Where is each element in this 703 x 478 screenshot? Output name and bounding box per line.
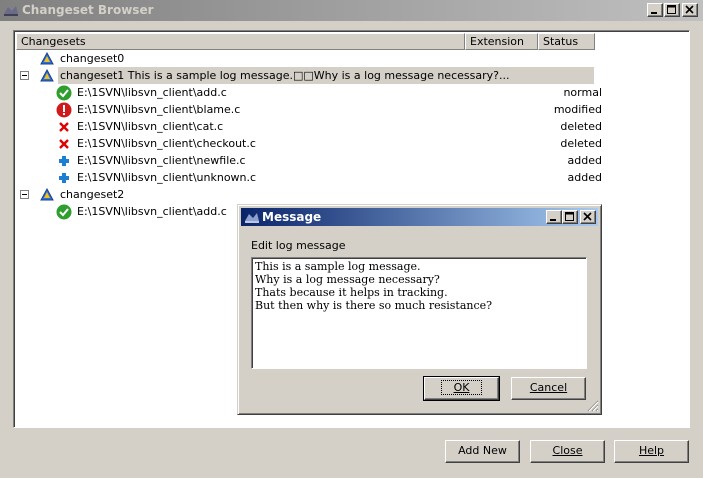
close-button-label: Close bbox=[552, 444, 583, 457]
text-line: Why is a log message necessary? bbox=[255, 273, 440, 286]
changeset-icon bbox=[39, 51, 55, 67]
add-icon bbox=[56, 153, 72, 169]
status-text: deleted bbox=[560, 120, 602, 133]
list-item-label: E:\1SVN\libsvn_client\add.c bbox=[77, 86, 227, 99]
text-line: But then why is there so much resistance… bbox=[255, 299, 493, 312]
list-item[interactable]: changeset2 bbox=[16, 186, 689, 203]
list-item-label: changeset1 This is a sample log message.… bbox=[58, 67, 594, 84]
resize-grip-icon[interactable] bbox=[587, 400, 599, 412]
dialog-minimize-button[interactable] bbox=[546, 210, 562, 224]
ok-button-label: OK bbox=[440, 380, 483, 395]
list-item-label: E:\1SVN\libsvn_client\cat.c bbox=[77, 120, 224, 133]
delete-icon bbox=[56, 136, 72, 152]
dialog-app-icon bbox=[244, 211, 260, 224]
close-button[interactable] bbox=[682, 3, 698, 17]
ok-button[interactable]: OK bbox=[423, 376, 500, 401]
check-icon bbox=[56, 85, 72, 101]
list-item-label: changeset2 bbox=[60, 188, 125, 201]
status-text: normal bbox=[563, 86, 602, 99]
list-item[interactable]: changeset1 This is a sample log message.… bbox=[16, 67, 689, 84]
list-item[interactable]: E:\1SVN\libsvn_client\blame.c modified bbox=[16, 101, 689, 118]
cancel-button-label: Cancel bbox=[529, 381, 568, 394]
list-item[interactable]: E:\1SVN\libsvn_client\newfile.c added bbox=[16, 152, 689, 169]
cancel-button[interactable]: Cancel bbox=[511, 377, 586, 400]
help-button-label: Help bbox=[638, 444, 665, 457]
dialog-maximize-button[interactable] bbox=[562, 210, 578, 224]
maximize-icon bbox=[667, 5, 676, 14]
close-icon bbox=[685, 5, 694, 14]
list-item[interactable]: E:\1SVN\libsvn_client\cat.c deleted bbox=[16, 118, 689, 135]
status-text: added bbox=[567, 171, 602, 184]
maximize-icon bbox=[565, 212, 574, 221]
list-item-label: E:\1SVN\libsvn_client\newfile.c bbox=[77, 154, 246, 167]
status-text: deleted bbox=[560, 137, 602, 150]
add-new-button[interactable]: Add New bbox=[445, 440, 520, 463]
minimize-icon bbox=[550, 219, 556, 221]
changeset-icon bbox=[39, 68, 55, 84]
list-header: Changesets Extension Status bbox=[16, 33, 689, 50]
dialog-title: Message bbox=[262, 210, 322, 224]
minimize-button[interactable] bbox=[647, 3, 663, 17]
warning-icon bbox=[56, 102, 72, 118]
list-item[interactable]: E:\1SVN\libsvn_client\unknown.c added bbox=[16, 169, 689, 186]
column-header-extension[interactable]: Extension bbox=[465, 33, 538, 50]
check-icon bbox=[56, 204, 72, 220]
list-item[interactable]: E:\1SVN\libsvn_client\checkout.c deleted bbox=[16, 135, 689, 152]
add-icon bbox=[56, 170, 72, 186]
app-icon bbox=[3, 4, 19, 17]
changeset-icon bbox=[39, 187, 55, 203]
list-item-label: E:\1SVN\libsvn_client\blame.c bbox=[77, 103, 241, 116]
maximize-button[interactable] bbox=[664, 3, 680, 17]
text-line: Thats because it helps in tracking. bbox=[255, 286, 448, 299]
list-item-label: E:\1SVN\libsvn_client\add.c bbox=[77, 205, 227, 218]
close-window-button[interactable]: Close bbox=[530, 440, 605, 463]
list-item-label: changeset0 bbox=[60, 52, 125, 65]
status-text: modified bbox=[553, 103, 602, 116]
message-dialog[interactable]: Message Edit log message This is a sampl… bbox=[237, 204, 602, 415]
minimize-icon bbox=[651, 12, 657, 14]
collapse-toggle[interactable] bbox=[20, 190, 29, 199]
log-message-textarea[interactable]: This is a sample log message. Why is a l… bbox=[251, 257, 587, 369]
list-item[interactable]: E:\1SVN\libsvn_client\add.c normal bbox=[16, 84, 689, 101]
close-icon bbox=[583, 212, 592, 221]
text-line: This is a sample log message. bbox=[255, 260, 421, 273]
list-item-label: E:\1SVN\libsvn_client\checkout.c bbox=[77, 137, 256, 150]
delete-icon bbox=[56, 119, 72, 135]
list-item-label: E:\1SVN\libsvn_client\unknown.c bbox=[77, 171, 257, 184]
help-button[interactable]: Help bbox=[614, 440, 689, 463]
list-item[interactable]: changeset0 bbox=[16, 50, 689, 67]
column-header-changesets[interactable]: Changesets bbox=[16, 33, 465, 50]
dialog-close-button[interactable] bbox=[580, 210, 596, 224]
dialog-title-bar[interactable]: Message bbox=[241, 208, 598, 226]
edit-log-label: Edit log message bbox=[251, 239, 346, 252]
collapse-toggle[interactable] bbox=[20, 71, 29, 80]
column-header-status[interactable]: Status bbox=[538, 33, 595, 50]
title-bar[interactable]: Changeset Browser bbox=[0, 0, 703, 21]
status-text: added bbox=[567, 154, 602, 167]
window-title: Changeset Browser bbox=[22, 3, 154, 17]
